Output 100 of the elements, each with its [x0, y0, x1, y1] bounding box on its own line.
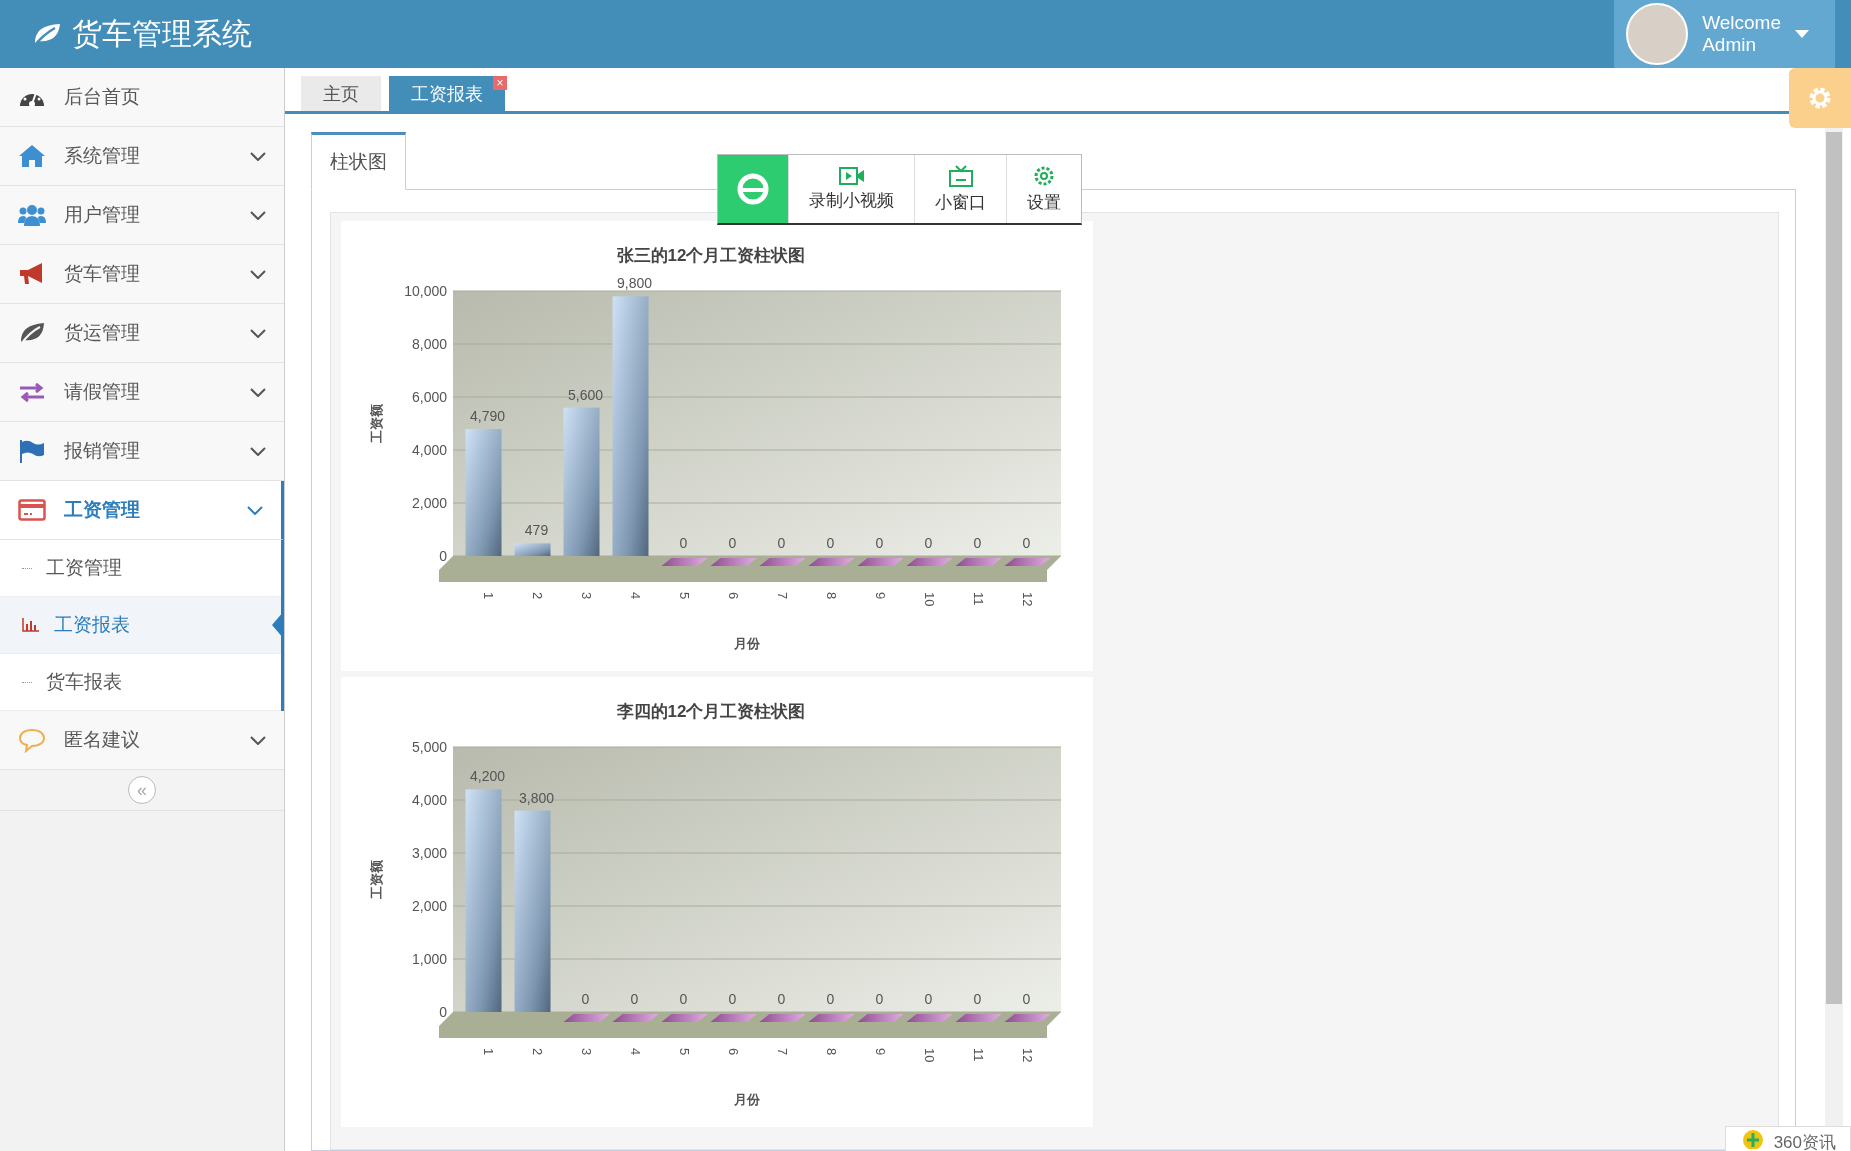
data-label: 0	[728, 535, 737, 551]
x-tick-label: 8	[823, 592, 839, 600]
y-tick-label: 0	[439, 1004, 447, 1020]
x-axis-title: 月份	[734, 1092, 760, 1107]
data-label: 0	[826, 991, 835, 1007]
sidebar-item[interactable]: 用户管理	[0, 186, 284, 245]
sidebar-item[interactable]: 货运管理	[0, 304, 284, 363]
data-label: 0	[973, 535, 982, 551]
speech-bubble-icon	[18, 727, 46, 753]
chart-title: 李四的12个月工资柱状图	[616, 702, 806, 721]
tv-icon	[948, 164, 973, 187]
y-tick-label: 2,000	[411, 898, 447, 914]
data-label: 0	[826, 535, 835, 551]
data-label: 9,800	[617, 275, 652, 292]
x-tick-label: 7	[774, 1048, 790, 1056]
home-icon	[18, 143, 46, 169]
x-tick-label: 5	[676, 1048, 692, 1056]
x-tick-label: 2	[529, 592, 545, 600]
leaf-icon	[32, 21, 62, 47]
sidebar-item[interactable]: 请假管理	[0, 363, 284, 422]
caret-icon	[1795, 30, 1809, 38]
chevron-icon	[250, 269, 266, 279]
x-tick-label: 9	[872, 592, 888, 600]
data-label: 0	[973, 991, 982, 1007]
data-label: 0	[679, 535, 688, 551]
data-label: 0	[630, 991, 639, 1007]
y-tick-label: 1,000	[411, 951, 447, 967]
x-tick-label: 11	[970, 592, 986, 606]
data-label: 0	[679, 991, 688, 1007]
y-tick-label: 4,000	[411, 442, 447, 458]
chevron-icon	[250, 328, 266, 338]
data-label: 0	[581, 991, 590, 1007]
x-tick-label: 12	[1019, 1048, 1035, 1063]
y-tick-label: 5,000	[411, 739, 447, 755]
y-tick-label: 3,000	[411, 845, 447, 861]
x-tick-label: 9	[872, 1048, 888, 1056]
page-tab[interactable]: 主页	[301, 76, 381, 111]
x-axis-title: 月份	[734, 636, 760, 651]
data-label: 0	[924, 535, 933, 551]
x-tick-label: 6	[725, 592, 741, 600]
x-tick-label: 10	[921, 592, 937, 607]
browser-logo-icon	[736, 172, 770, 206]
user-name: Admin	[1702, 34, 1757, 56]
data-label: 0	[1022, 535, 1031, 551]
data-label: 3,800	[519, 789, 554, 806]
page-tab[interactable]: 工资报表 ×	[389, 76, 505, 111]
x-tick-label: 12	[1019, 592, 1035, 607]
data-label: 0	[875, 535, 884, 551]
x-tick-label: 2	[529, 1048, 545, 1056]
chevron-icon	[250, 735, 266, 745]
welcome-text: Welcome	[1702, 12, 1781, 34]
x-tick-label: 3	[578, 592, 594, 600]
card-icon	[18, 497, 46, 523]
news-popup[interactable]: 360资讯	[1724, 1126, 1851, 1151]
y-axis-title: 工资额	[369, 860, 384, 899]
y-tick-label: 6,000	[411, 389, 447, 405]
gear-icon	[1033, 164, 1055, 187]
x-tick-label: 1	[480, 592, 496, 600]
bar-chart-icon	[22, 618, 40, 632]
chevron-icon	[250, 210, 266, 220]
x-tick-label: 8	[823, 1048, 839, 1056]
submenu-item[interactable]: 工资报表	[0, 597, 281, 654]
x-tick-label: 6	[725, 1048, 741, 1056]
y-tick-label: 8,000	[411, 336, 447, 352]
sidebar-item[interactable]: 货车管理	[0, 245, 284, 304]
y-axis-title: 工资额	[369, 404, 384, 443]
app-title: 货车管理系统	[72, 15, 252, 52]
users-icon	[18, 202, 46, 228]
x-tick-label: 4	[627, 592, 643, 600]
sidebar-item[interactable]: 后台首页	[0, 68, 284, 127]
x-tick-label: 1	[480, 1048, 496, 1056]
data-label: 0	[728, 991, 737, 1007]
y-tick-label: 0	[439, 548, 447, 564]
video-camera-icon	[838, 166, 865, 185]
sidebar-item[interactable]: 报销管理	[0, 422, 284, 481]
data-label: 4,200	[470, 768, 505, 785]
x-tick-label: 5	[676, 592, 692, 600]
chevron-icon	[250, 151, 266, 161]
sidebar-item[interactable]: 系统管理	[0, 127, 284, 186]
sidebar-item[interactable]: 匿名建议	[0, 711, 284, 770]
x-tick-label: 3	[578, 1048, 594, 1056]
y-tick-label: 4,000	[411, 792, 447, 808]
x-tick-label: 4	[627, 1048, 643, 1056]
data-label: 0	[924, 991, 933, 1007]
settings-button[interactable]	[1789, 68, 1851, 128]
content-tab[interactable]: 柱状图	[311, 132, 406, 190]
data-label: 4,790	[470, 408, 505, 425]
data-label: 0	[875, 991, 884, 1007]
x-tick-label: 11	[970, 1048, 986, 1062]
y-tick-label: 10,000	[404, 283, 447, 299]
chevron-icon	[250, 446, 266, 456]
chevron-icon	[250, 387, 266, 397]
y-tick-label: 2,000	[411, 495, 447, 511]
sidebar-item[interactable]: 工资管理	[0, 481, 284, 540]
chart-title: 张三的12个月工资柱状图	[616, 246, 806, 265]
data-label: 479	[524, 522, 549, 539]
data-label: 5,600	[568, 386, 603, 403]
flag-icon	[18, 438, 46, 464]
x-tick-label: 7	[774, 592, 790, 600]
data-label: 0	[777, 991, 786, 1007]
